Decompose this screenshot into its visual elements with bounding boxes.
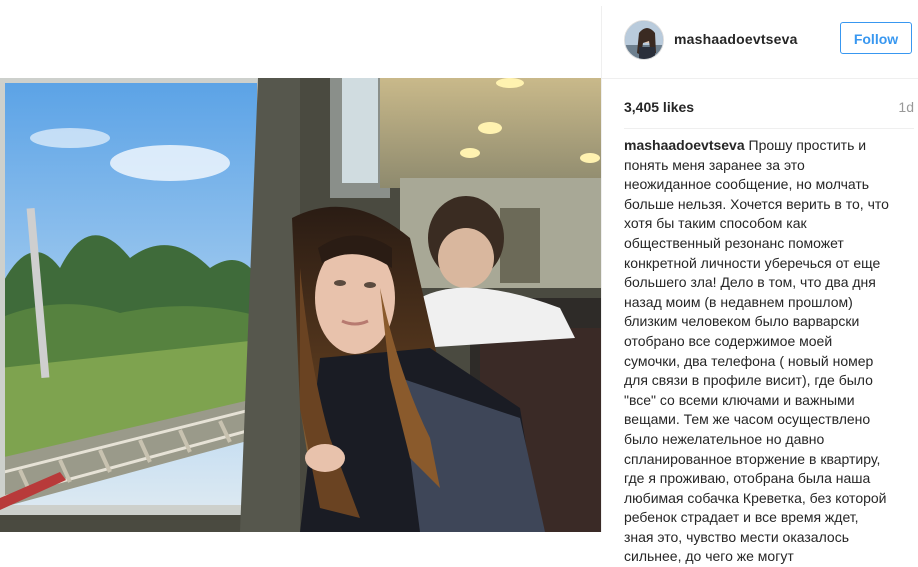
post-header: mashaadoevtseva Follow xyxy=(602,6,918,79)
follow-button[interactable]: Follow xyxy=(840,22,912,54)
train-window-photo xyxy=(0,78,601,532)
post-time[interactable]: 1d xyxy=(898,99,914,115)
likes-row: 3,405 likes 1d xyxy=(624,99,914,119)
divider xyxy=(624,128,914,129)
profile-avatar[interactable] xyxy=(624,20,664,60)
post-photo[interactable] xyxy=(0,78,601,532)
avatar-image xyxy=(625,21,663,59)
caption-text: Прошу простить и понять меня заранее за … xyxy=(624,137,889,565)
likes-count[interactable]: 3,405 likes xyxy=(624,99,694,115)
post-side-panel: mashaadoevtseva Follow 3,405 likes 1d ma… xyxy=(601,6,918,564)
instagram-post: mashaadoevtseva Follow 3,405 likes 1d ma… xyxy=(0,6,918,564)
post-caption: mashaadoevtseva Прошу простить и понять … xyxy=(624,136,890,567)
header-username[interactable]: mashaadoevtseva xyxy=(674,31,798,47)
caption-username[interactable]: mashaadoevtseva xyxy=(624,137,745,153)
